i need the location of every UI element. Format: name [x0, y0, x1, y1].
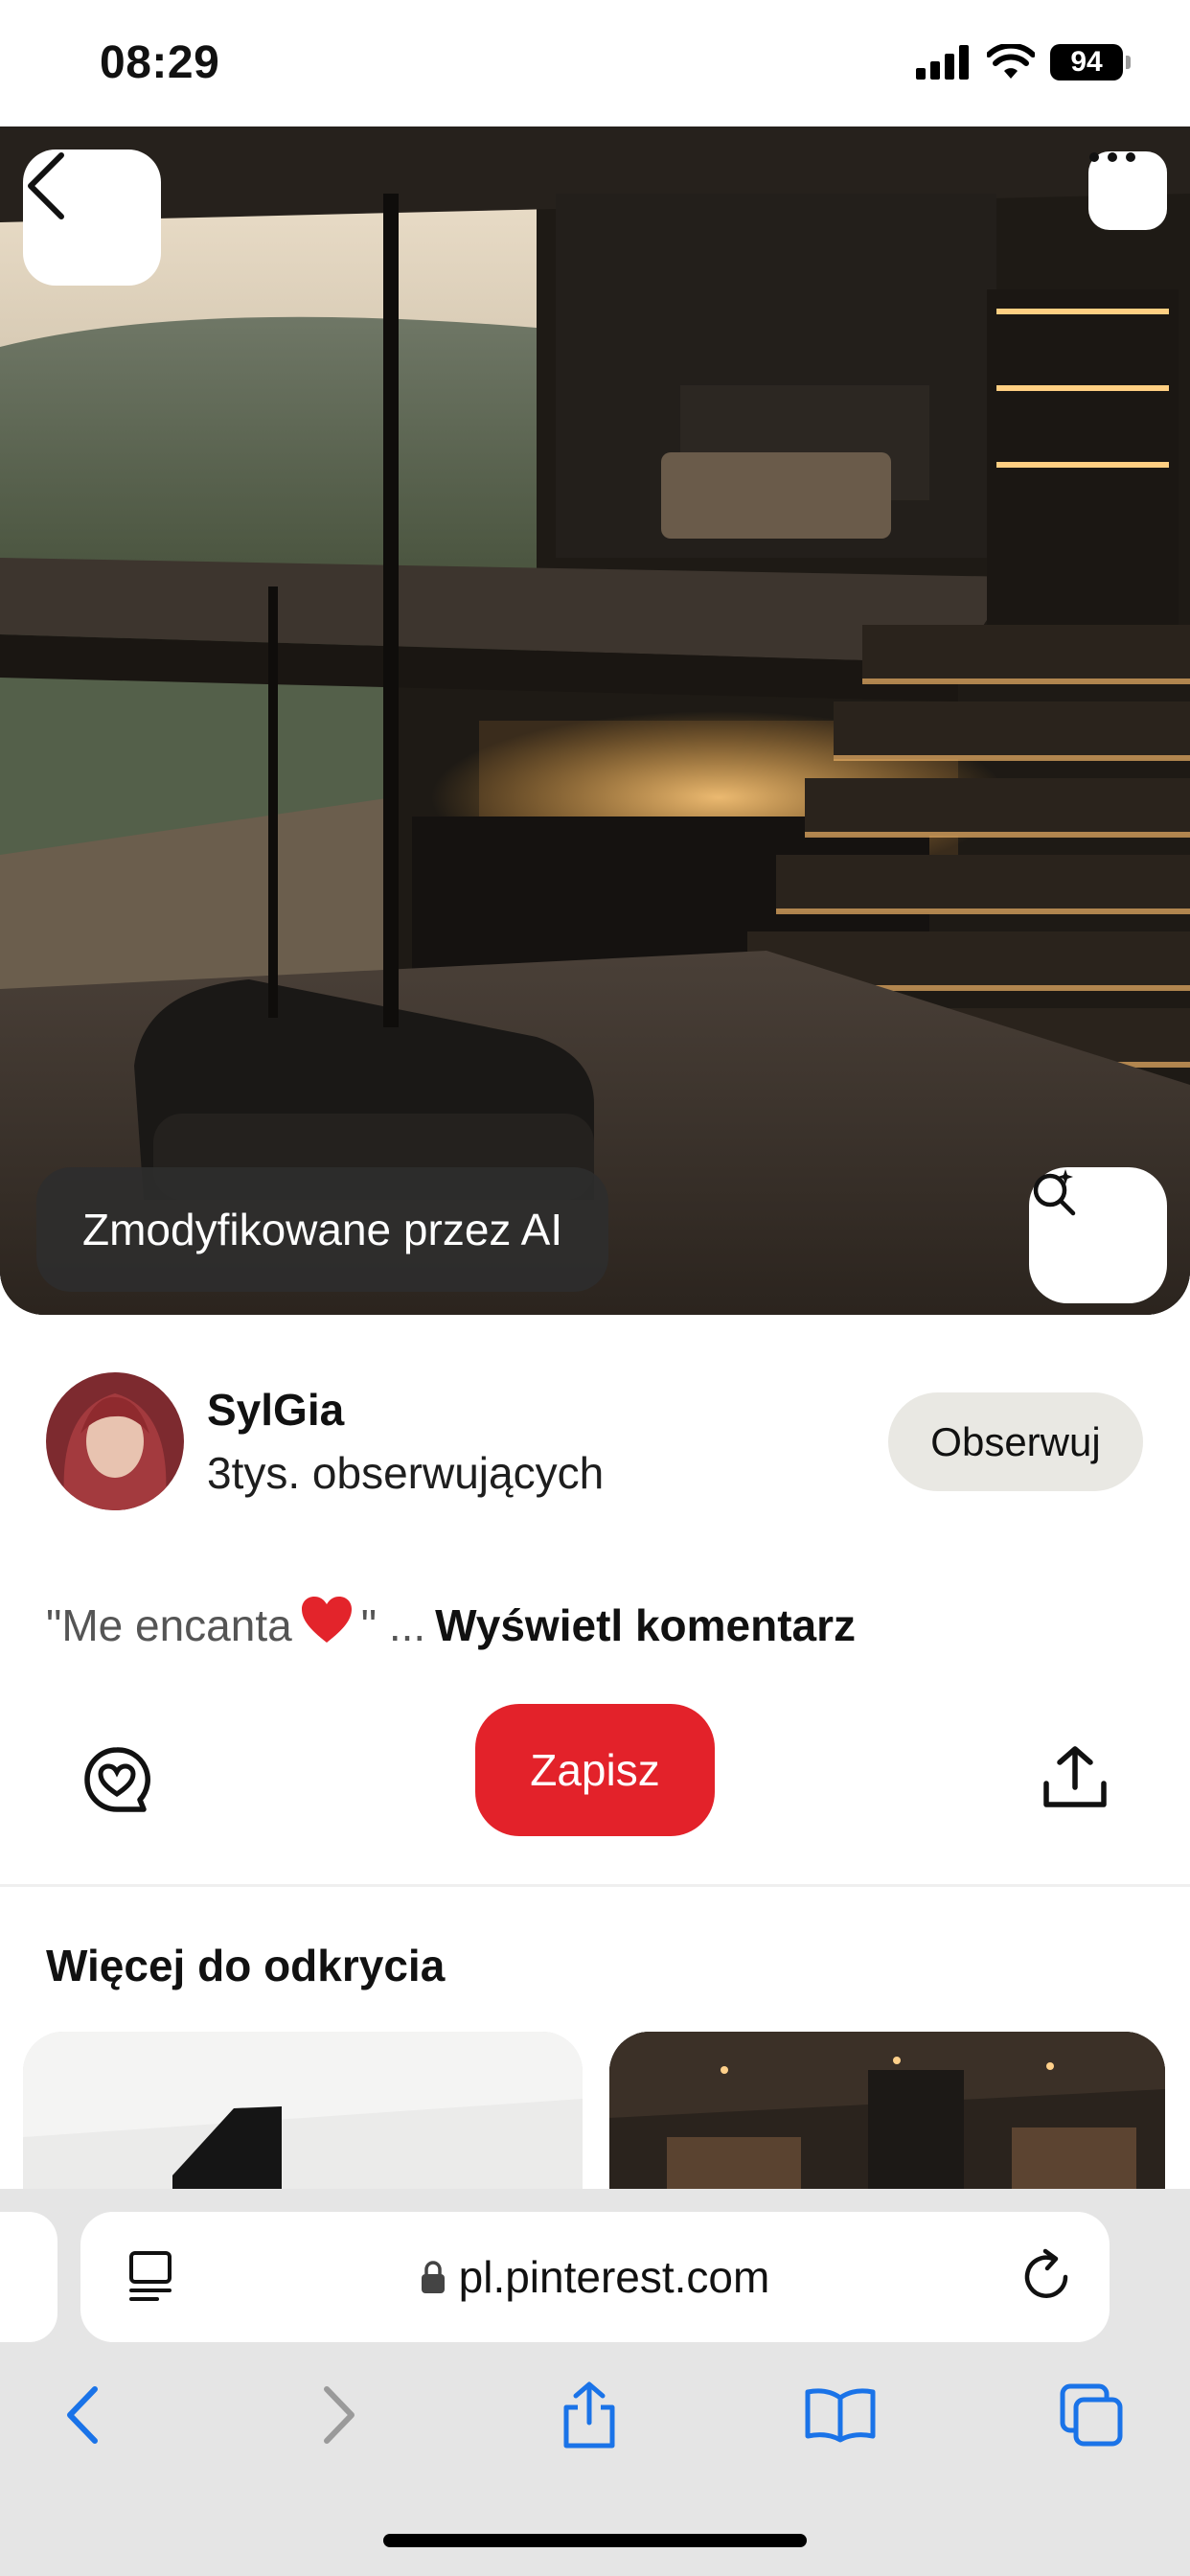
- comments-button[interactable]: [69, 1733, 165, 1828]
- more-options-button[interactable]: [1088, 151, 1167, 230]
- forward-icon: [324, 2386, 355, 2444]
- view-comment-link[interactable]: Wyświetl komentarz: [435, 1599, 856, 1651]
- status-bar: 08:29 94: [0, 0, 1190, 126]
- pin-photo: [0, 126, 1190, 1315]
- url-text: pl.pinterest.com: [458, 2252, 770, 2302]
- previous-tab[interactable]: [0, 2212, 57, 2342]
- comment-quote-end: " ...: [360, 1599, 426, 1650]
- browser-forward-button[interactable]: [297, 2377, 383, 2453]
- back-chevron-icon: [28, 152, 64, 219]
- battery-indicator: 94: [1050, 44, 1131, 80]
- avatar-photo: [46, 1372, 184, 1510]
- status-icons: 94: [916, 44, 1131, 80]
- follow-button[interactable]: Obserwuj: [888, 1392, 1143, 1491]
- comment-heart-icon: [84, 1747, 150, 1812]
- visual-search-icon: [1033, 1169, 1076, 1216]
- pin-image[interactable]: Zmodyfikowane przez AI: [0, 126, 1190, 1315]
- browser-tabs-button[interactable]: [1048, 2377, 1134, 2453]
- save-button[interactable]: Zapisz: [475, 1704, 715, 1836]
- creator-name[interactable]: SylGia: [207, 1384, 344, 1436]
- more-to-explore-title: Więcej do odkrycia: [46, 1941, 446, 1990]
- lock-icon: [421, 2261, 445, 2293]
- comment-quote-start: "Me encanta: [46, 1599, 292, 1650]
- back-button[interactable]: [23, 150, 161, 286]
- browser-share-button[interactable]: [546, 2377, 632, 2453]
- reload-icon[interactable]: [1021, 2248, 1073, 2302]
- tabs-icon: [1060, 2383, 1123, 2447]
- avatar[interactable]: [46, 1372, 184, 1510]
- status-time: 08:29: [100, 37, 220, 88]
- more-dots-icon: [1089, 152, 1135, 162]
- home-indicator[interactable]: [383, 2534, 807, 2547]
- share-icon: [563, 2381, 615, 2449]
- url-display[interactable]: pl.pinterest.com: [80, 2212, 1110, 2342]
- cellular-signal-icon: [916, 45, 969, 80]
- share-upload-icon: [1043, 1746, 1107, 1807]
- visual-search-button[interactable]: [1029, 1167, 1167, 1303]
- back-icon: [67, 2386, 98, 2444]
- creator-followers: 3tys. obserwujących: [207, 1448, 605, 1498]
- wifi-icon: [987, 44, 1035, 79]
- ai-modified-badge[interactable]: Zmodyfikowane przez AI: [36, 1167, 609, 1292]
- browser-back-button[interactable]: [38, 2377, 125, 2453]
- bookmarks-icon: [805, 2388, 876, 2443]
- divider: [0, 1884, 1190, 1887]
- address-bar[interactable]: pl.pinterest.com: [80, 2212, 1110, 2342]
- share-button[interactable]: [1027, 1729, 1123, 1825]
- comment-preview[interactable]: "Me encanta " ... Wyświetl komentarz: [46, 1595, 856, 1655]
- heart-emoji: [300, 1595, 354, 1655]
- red-heart-icon: [301, 1597, 352, 1643]
- browser-bookmarks-button[interactable]: [797, 2377, 883, 2453]
